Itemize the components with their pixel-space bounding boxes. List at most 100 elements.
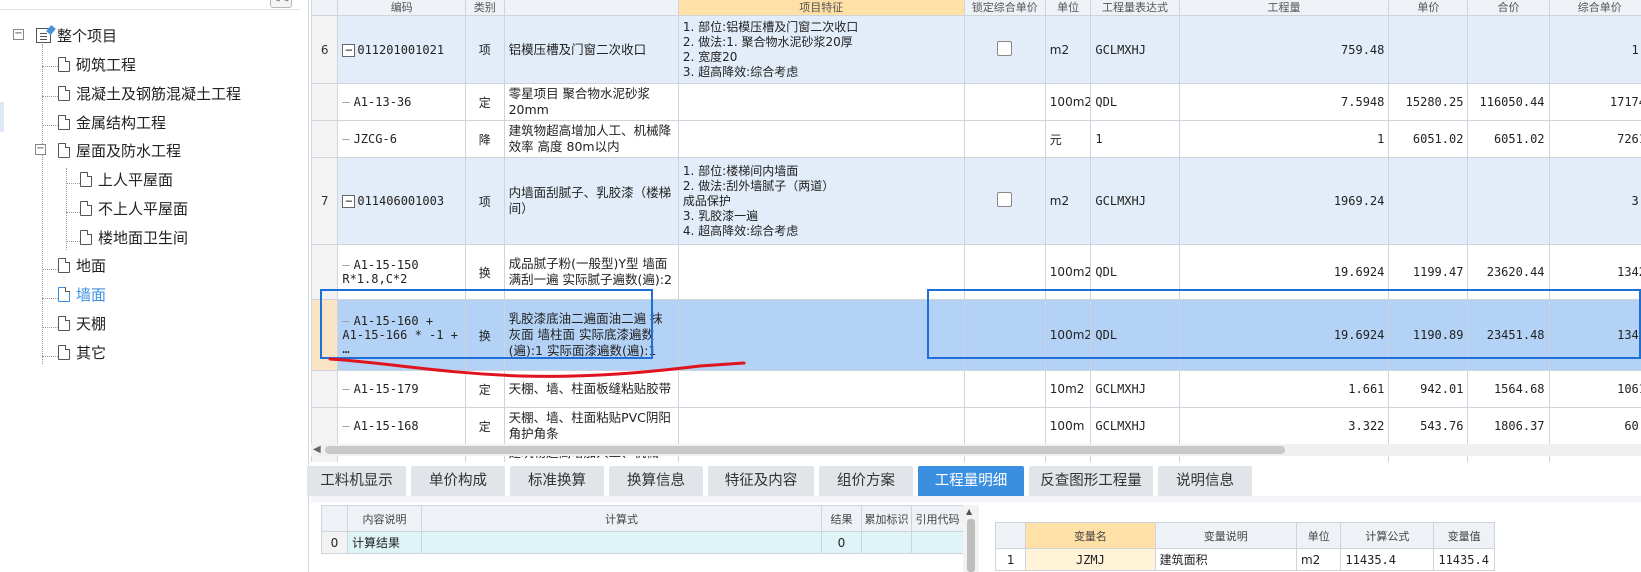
features-cell[interactable] xyxy=(677,83,965,121)
header-qty-expr[interactable]: 工程量表达式 xyxy=(1090,0,1180,16)
name-cell[interactable]: 内墙面刮腻子、乳胶漆（楼梯间） xyxy=(503,157,679,245)
scrollbar-thumb[interactable] xyxy=(325,446,1285,454)
header-name[interactable] xyxy=(503,0,679,16)
header-comp-price[interactable]: 综合单价 xyxy=(1548,0,1641,16)
type-cell[interactable]: 定 xyxy=(465,83,505,121)
tree-item-roof-accessible[interactable]: 上人平屋面 xyxy=(80,166,173,192)
tab-features-content[interactable]: 特征及内容 xyxy=(708,466,814,496)
unit-cell[interactable]: m2 xyxy=(1044,157,1092,245)
unit-cell[interactable]: 100m2 xyxy=(1044,299,1092,371)
unit-cell[interactable]: 10m2 xyxy=(1044,370,1092,408)
lock-price-cell[interactable] xyxy=(963,157,1046,245)
table-row[interactable]: 7 −011406001003 项 内墙面刮腻子、乳胶漆（楼梯间） 1. 部位:… xyxy=(311,157,1641,245)
code-cell[interactable]: −011406001003 xyxy=(337,157,467,245)
header-features[interactable]: 项目特征 xyxy=(677,0,965,16)
var-header-unit[interactable]: 单位 xyxy=(1295,522,1342,549)
calc-accumulate-cell[interactable] xyxy=(861,531,912,554)
var-name-cell[interactable]: JZMJ xyxy=(1025,548,1156,571)
tree-item-roof[interactable]: 屋面及防水工程 xyxy=(58,137,181,163)
bill-grid[interactable]: 编码 类别 项目特征 锁定综合单价 单位 工程量表达式 工程量 单价 合价 综合… xyxy=(311,0,1641,462)
header-price[interactable]: 单价 xyxy=(1388,0,1469,16)
lock-price-checkbox[interactable] xyxy=(997,192,1013,207)
qty-expr-cell[interactable]: GCLMXHJ xyxy=(1090,407,1180,445)
lock-price-cell[interactable] xyxy=(963,407,1046,445)
price-cell[interactable]: 6051.02 xyxy=(1388,120,1469,158)
tab-unit-price-composition[interactable]: 单价构成 xyxy=(411,466,505,496)
horizontal-scrollbar[interactable]: ◀ xyxy=(311,444,1641,456)
features-cell[interactable]: 1. 部位:铝模压槽及门窗二次收口 2. 做法:1. 聚合物水泥砂浆20厚 2.… xyxy=(677,15,965,84)
code-cell[interactable]: — A1-15-160 + A1-15-166 * -1 + … xyxy=(337,299,467,371)
calc-header-accumulate[interactable]: 累加标识 xyxy=(861,505,912,532)
qty-expr-cell[interactable]: QDL xyxy=(1090,244,1180,300)
name-cell[interactable]: 乳胶漆底油二遍面油二遍 抹灰面 墙柱面 实际底漆遍数(遍):1 实际面漆遍数(遍… xyxy=(503,299,679,371)
tab-standard-conversion[interactable]: 标准换算 xyxy=(510,466,604,496)
tree-item-ceiling[interactable]: 天棚 xyxy=(58,310,106,336)
type-cell[interactable]: 换 xyxy=(465,299,505,371)
name-cell[interactable]: 天棚、墙、柱面粘贴PVC阴阳角护角条 xyxy=(503,407,679,445)
features-cell[interactable] xyxy=(677,299,965,371)
table-row[interactable]: — A1-15-168 定 天棚、墙、柱面粘贴PVC阴阳角护角条 100m GCL… xyxy=(311,407,1641,445)
table-row[interactable]: 6 −011201001021 项 铝模压槽及门窗二次收口 1. 部位:铝模压槽… xyxy=(311,15,1641,84)
price-cell[interactable]: 942.01 xyxy=(1388,370,1469,408)
table-row[interactable]: — A1-15-179 定 天棚、墙、柱面板缝粘贴胶带 10m2 GCLMXHJ … xyxy=(311,370,1641,408)
total-cell[interactable] xyxy=(1467,157,1550,245)
scroll-left-arrow-icon[interactable]: ◀ xyxy=(313,444,321,456)
var-unit-cell[interactable]: m2 xyxy=(1295,548,1342,571)
comp-price-cell[interactable]: 17174 xyxy=(1548,83,1641,121)
table-row-selected[interactable]: — A1-15-160 + A1-15-166 * -1 + … 换 乳胶漆底油二… xyxy=(311,299,1641,371)
qty-expr-cell[interactable]: GCLMXHJ xyxy=(1090,15,1180,84)
qty-expr-cell[interactable]: QDL xyxy=(1090,299,1180,371)
vertical-scrollbar[interactable] xyxy=(963,505,979,572)
lock-price-cell[interactable] xyxy=(963,244,1046,300)
calc-row[interactable]: 0 计算结果 0 xyxy=(321,531,964,554)
lock-price-cell[interactable] xyxy=(963,83,1046,121)
comp-price-cell[interactable]: 1061 xyxy=(1548,370,1641,408)
price-cell[interactable] xyxy=(1388,157,1469,245)
unit-cell[interactable]: 100m2 xyxy=(1044,244,1092,300)
tree-item-masonry[interactable]: 砌筑工程 xyxy=(58,51,136,77)
header-code[interactable]: 编码 xyxy=(337,0,467,16)
header-type[interactable]: 类别 xyxy=(465,0,505,16)
comp-price-cell[interactable]: 134! xyxy=(1548,299,1641,371)
features-cell[interactable] xyxy=(677,407,965,445)
header-lock-price[interactable]: 锁定综合单价 xyxy=(963,0,1046,16)
collapse-row-toggle[interactable]: − xyxy=(342,195,356,208)
total-cell[interactable]: 116050.44 xyxy=(1467,83,1550,121)
code-cell[interactable]: — A1-15-150 R*1.8,C*2 xyxy=(337,244,467,300)
type-cell[interactable]: 换 xyxy=(465,244,505,300)
qty-cell[interactable]: 3.322 xyxy=(1178,407,1390,445)
collapse-row-toggle[interactable]: − xyxy=(342,43,356,57)
total-cell[interactable]: 1564.68 xyxy=(1467,370,1550,408)
project-tree[interactable]: << − 整个项目 砌筑工程 混凝土及钢筋混凝土工程 金属结构工程 − 屋面及防… xyxy=(0,0,309,572)
calc-ref-code-cell[interactable] xyxy=(911,531,964,554)
header-qty[interactable]: 工程量 xyxy=(1178,0,1390,16)
tab-conversion-info[interactable]: 换算信息 xyxy=(609,466,703,496)
tree-item-other[interactable]: 其它 xyxy=(58,339,106,365)
qty-expr-cell[interactable]: GCLMXHJ xyxy=(1090,370,1180,408)
price-cell[interactable] xyxy=(1388,15,1469,84)
comp-price-cell[interactable]: 1! xyxy=(1548,15,1641,84)
name-cell[interactable]: 铝模压槽及门窗二次收口 xyxy=(503,15,679,84)
name-cell[interactable]: 零星项目 聚合物水泥砂浆20mm xyxy=(503,83,679,121)
var-header-desc[interactable]: 变量说明 xyxy=(1154,522,1297,549)
lock-price-cell[interactable] xyxy=(963,370,1046,408)
comp-price-cell[interactable]: 60( xyxy=(1548,407,1641,445)
tree-item-ground[interactable]: 地面 xyxy=(58,252,106,278)
table-row[interactable]: — JZCG-6 降 建筑物超高增加人工、机械降效率 高度 80m以内 元 1 1… xyxy=(311,120,1641,158)
var-value-cell[interactable]: 11435.4 xyxy=(1433,548,1495,571)
calc-header-ref-code[interactable]: 引用代码 xyxy=(911,505,964,532)
type-cell[interactable]: 项 xyxy=(465,157,505,245)
qty-cell[interactable]: 19.6924 xyxy=(1178,244,1390,300)
comp-price-cell[interactable]: 1342 xyxy=(1548,244,1641,300)
var-header-value[interactable]: 变量值 xyxy=(1433,522,1495,549)
qty-cell[interactable]: 1 xyxy=(1178,120,1390,158)
calc-formula-cell[interactable] xyxy=(421,531,822,554)
calc-header-result[interactable]: 结果 xyxy=(821,505,862,532)
qty-expr-cell[interactable]: GCLMXHJ xyxy=(1090,157,1180,245)
lock-price-cell[interactable] xyxy=(963,15,1046,84)
unit-cell[interactable]: 100m xyxy=(1044,407,1092,445)
tab-pricing-plan[interactable]: 组价方案 xyxy=(819,466,913,496)
total-cell[interactable]: 1806.37 xyxy=(1467,407,1550,445)
var-header-name[interactable]: 变量名 xyxy=(1025,522,1156,549)
variable-table[interactable]: 变量名 变量说明 单位 计算公式 变量值 1 JZMJ 建筑面积 m2 1143… xyxy=(995,522,1505,572)
